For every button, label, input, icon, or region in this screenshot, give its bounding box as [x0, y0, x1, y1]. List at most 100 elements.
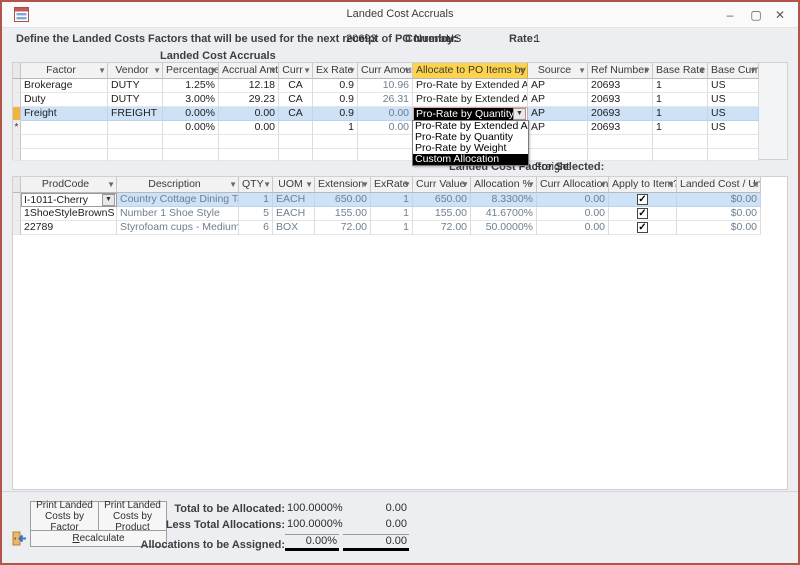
- cell-extension[interactable]: 155.00: [315, 207, 371, 221]
- cell-base-curr[interactable]: US: [708, 121, 759, 135]
- cell-ex-rate[interactable]: 1: [313, 121, 358, 135]
- cell-curr[interactable]: CA: [279, 107, 313, 121]
- column-dropdown-icon[interactable]: ▼: [348, 63, 356, 78]
- column-dropdown-icon[interactable]: ▼: [269, 63, 277, 78]
- select-all-corner[interactable]: [13, 177, 21, 193]
- column-header-allocate-to-po-items-by[interactable]: Allocate to PO Items by▼: [413, 63, 528, 79]
- cell-landed-cost-unit[interactable]: $0.00: [677, 193, 761, 207]
- column-dropdown-icon[interactable]: ▼: [209, 63, 217, 78]
- cell-source[interactable]: AP: [528, 93, 588, 107]
- dropdown-item[interactable]: Pro-Rate by Extended Amou: [413, 121, 528, 132]
- cell-factor[interactable]: Brokerage: [21, 79, 108, 93]
- cell-factor[interactable]: [21, 121, 108, 135]
- cell-accrual-amt[interactable]: 29.23: [219, 93, 279, 107]
- column-header-uom[interactable]: UOM▼: [273, 177, 315, 193]
- dropdown-item[interactable]: Pro-Rate by Quantity: [413, 132, 528, 143]
- cell-extension[interactable]: 72.00: [315, 221, 371, 235]
- cell-base-rate[interactable]: 1: [653, 93, 708, 107]
- column-dropdown-icon[interactable]: ▼: [518, 63, 526, 78]
- cell-percentage[interactable]: 3.00%: [163, 93, 219, 107]
- column-dropdown-icon[interactable]: ▼: [403, 177, 411, 192]
- column-dropdown-icon[interactable]: ▼: [749, 63, 757, 78]
- cell-vendor[interactable]: DUTY: [108, 93, 163, 107]
- cell-percentage[interactable]: 1.25%: [163, 79, 219, 93]
- cell-vendor[interactable]: [108, 121, 163, 135]
- cell-qty[interactable]: 1: [239, 193, 273, 207]
- column-header-vendor[interactable]: Vendor▼: [108, 63, 163, 79]
- select-all-corner[interactable]: [13, 63, 21, 79]
- column-header-base-curr[interactable]: Base Curr▼: [708, 63, 759, 79]
- record-selector[interactable]: [13, 193, 21, 207]
- cell-source[interactable]: AP: [528, 107, 588, 121]
- currency-field[interactable]: US: [446, 33, 461, 45]
- cell-curr-amount[interactable]: 10.96: [358, 79, 413, 93]
- maximize-icon[interactable]: ▢: [746, 6, 766, 24]
- cell-allocate-by[interactable]: Pro-Rate by Extended Amou: [413, 79, 528, 93]
- column-header-curr-allocation[interactable]: Curr Allocation▼: [537, 177, 609, 193]
- cell-accrual-amt[interactable]: 0.00: [219, 107, 279, 121]
- cell-source[interactable]: AP: [528, 121, 588, 135]
- cell-vendor[interactable]: DUTY: [108, 79, 163, 93]
- cell-landed-cost-unit[interactable]: $0.00: [677, 207, 761, 221]
- cell-exrate[interactable]: 1: [371, 193, 413, 207]
- column-header-allocation-pct[interactable]: Allocation %▼: [471, 177, 537, 193]
- cell-exrate[interactable]: 1: [371, 207, 413, 221]
- allocate-by-combobox[interactable]: Pro-Rate by Quantity ▼: [413, 107, 528, 121]
- cell-prodcode[interactable]: 22789: [21, 221, 117, 235]
- combobox-selected-text[interactable]: I-1011-Cherry: [22, 194, 102, 207]
- cell-accrual-amt[interactable]: 12.18: [219, 79, 279, 93]
- rate-field[interactable]: 1: [534, 33, 540, 45]
- cell-ref-number[interactable]: 20693: [588, 121, 653, 135]
- column-header-landed-cost-unit[interactable]: Landed Cost / Unit▼: [677, 177, 761, 193]
- cell-description[interactable]: Styrofoam cups - Medium: [117, 221, 239, 235]
- cell-percentage[interactable]: 0.00%: [163, 107, 219, 121]
- cell-ex-rate[interactable]: 0.9: [313, 107, 358, 121]
- cell-ref-number[interactable]: 20693: [588, 79, 653, 93]
- column-dropdown-icon[interactable]: ▼: [361, 177, 369, 192]
- cell-base-rate[interactable]: 1: [653, 107, 708, 121]
- column-header-description[interactable]: Description▼: [117, 177, 239, 193]
- cell-curr[interactable]: CA: [279, 93, 313, 107]
- cell-curr-value[interactable]: 72.00: [413, 221, 471, 235]
- column-dropdown-icon[interactable]: ▼: [98, 63, 106, 78]
- close-icon[interactable]: ✕: [770, 6, 790, 24]
- column-header-qty[interactable]: QTY▼: [239, 177, 273, 193]
- column-header-ex-rate[interactable]: Ex Rate▼: [313, 63, 358, 79]
- column-dropdown-icon[interactable]: ▼: [527, 177, 535, 192]
- dropdown-item-highlighted[interactable]: Custom Allocation: [413, 154, 528, 165]
- cell-curr-allocation[interactable]: 0.00: [537, 193, 609, 207]
- cell-base-rate[interactable]: 1: [653, 79, 708, 93]
- column-dropdown-icon[interactable]: ▼: [698, 63, 706, 78]
- cell-allocation-pct[interactable]: 50.0000%: [471, 221, 537, 235]
- column-header-exrate[interactable]: ExRate▼: [371, 177, 413, 193]
- cell-uom[interactable]: BOX: [273, 221, 315, 235]
- minimize-icon[interactable]: –: [720, 6, 740, 24]
- cell-description[interactable]: Number 1 Shoe Style: [117, 207, 239, 221]
- column-dropdown-icon[interactable]: ▼: [107, 177, 115, 192]
- cell-qty[interactable]: 6: [239, 221, 273, 235]
- cell-accrual-amt[interactable]: 0.00: [219, 121, 279, 135]
- record-selector[interactable]: [13, 207, 21, 221]
- cell-source[interactable]: AP: [528, 79, 588, 93]
- column-header-curr[interactable]: Curr▼: [279, 63, 313, 79]
- column-header-ref-number[interactable]: Ref Number▼: [588, 63, 653, 79]
- dropdown-item[interactable]: Pro-Rate by Weight: [413, 143, 528, 154]
- cell-exrate[interactable]: 1: [371, 221, 413, 235]
- print-by-factor-button[interactable]: Print Landed Costs by Factor: [30, 501, 99, 531]
- cell-allocate-by[interactable]: Pro-Rate by Extended Amou: [413, 93, 528, 107]
- cell-landed-cost-unit[interactable]: $0.00: [677, 221, 761, 235]
- cell-prodcode[interactable]: 1ShoeStyleBrownS: [21, 207, 117, 221]
- cell-factor[interactable]: Freight: [21, 107, 108, 121]
- column-header-source[interactable]: Source▼: [528, 63, 588, 79]
- cell-ref-number[interactable]: 20693: [588, 93, 653, 107]
- checkbox-checked-icon[interactable]: ✓: [637, 208, 648, 219]
- column-header-accrual-amt[interactable]: Accrual Amt▼: [219, 63, 279, 79]
- cell-curr-amount[interactable]: 26.31: [358, 93, 413, 107]
- cell-base-curr[interactable]: US: [708, 93, 759, 107]
- combobox-selected-text[interactable]: Pro-Rate by Quantity: [414, 108, 513, 121]
- cell-curr-amount[interactable]: 0.00: [358, 107, 413, 121]
- column-header-apply-to-item[interactable]: Apply to Item?▼: [609, 177, 677, 193]
- record-selector[interactable]: [13, 79, 21, 93]
- cell-factor[interactable]: Duty: [21, 93, 108, 107]
- cell-allocation-pct[interactable]: 8.3300%: [471, 193, 537, 207]
